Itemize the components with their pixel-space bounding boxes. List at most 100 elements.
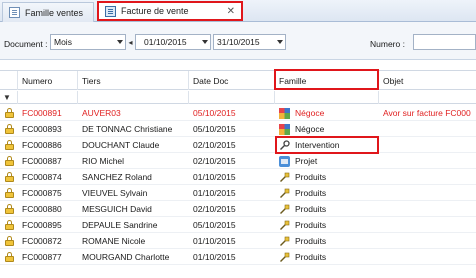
period-select[interactable]: Mois [50, 34, 126, 50]
lock-icon [5, 124, 14, 134]
table-row[interactable]: FC000893 DE TONNAC Christiane 05/10/2015 Né… [0, 121, 476, 137]
cell-famille: Produits [275, 233, 379, 249]
date-from-value: 01/10/2015 [144, 37, 187, 47]
chevron-down-icon [277, 40, 283, 44]
cell-tiers: DE TONNAC Christiane [82, 124, 173, 134]
cell-numero: FC000886 [22, 140, 62, 150]
famille-label: Intervention [295, 140, 340, 150]
cell-famille: Produits [275, 217, 379, 233]
cell-tiers: ROMANE Nicole [82, 236, 146, 246]
lock-icon [5, 236, 14, 246]
lock-icon [5, 140, 14, 150]
table-row[interactable]: FC000886 DOUCHANT Claude 02/10/2015 Interve… [0, 137, 476, 153]
numero-label: Numero : [370, 39, 405, 49]
table-row[interactable]: FC000895 DEPAULE Sandrine 05/10/2015 Produi… [0, 217, 476, 233]
famille-label: Négoce [295, 124, 325, 134]
cell-date-doc: 05/10/2015 [193, 124, 236, 134]
cell-numero: FC000875 [22, 188, 62, 198]
table-row[interactable]: FC000891 AUVER03 05/10/2015 Négoce Avor sur … [0, 105, 476, 121]
cell-numero: FC000880 [22, 204, 62, 214]
cell-objet [379, 137, 476, 153]
cell-famille: Intervention [275, 137, 379, 153]
close-icon[interactable]: ✕ [227, 6, 235, 17]
date-from-field[interactable]: 01/10/2015 [135, 34, 211, 50]
date-to-value: 31/10/2015 [217, 37, 260, 47]
famille-label: Produits [295, 220, 327, 230]
grid-filter-row: ▼ [0, 91, 476, 104]
lock-icon [5, 252, 14, 262]
tab-facture-de-vente[interactable]: Facture de vente ✕ [97, 1, 243, 21]
cell-objet [379, 153, 476, 169]
previous-period-button[interactable]: ◂ [126, 34, 135, 50]
cell-numero: FC000877 [22, 252, 62, 262]
cell-objet: Avor sur facture FC000 [383, 108, 471, 118]
filter-cell-date-doc[interactable] [189, 91, 275, 104]
produits-icon [279, 172, 290, 183]
table-row[interactable]: FC000874 SANCHEZ Roland 01/10/2015 Produits [0, 169, 476, 185]
filter-cell-objet[interactable] [379, 91, 476, 104]
period-value: Mois [54, 37, 72, 47]
tab-label: Famille ventes [25, 7, 84, 18]
produits-icon [279, 220, 290, 231]
projet-icon [279, 155, 290, 167]
grid-header: Numero Tiers Date Doc Famille Objet [0, 70, 476, 90]
filter-cell-tiers[interactable] [78, 91, 189, 104]
lock-icon [5, 156, 14, 166]
cell-objet [379, 169, 476, 185]
cell-numero: FC000895 [22, 220, 62, 230]
document-list-icon [9, 7, 20, 18]
cell-date-doc: 02/10/2015 [193, 156, 236, 166]
cell-numero: FC000887 [22, 156, 62, 166]
column-header-date-doc[interactable]: Date Doc [189, 71, 275, 90]
cell-numero: FC000891 [22, 108, 62, 118]
negoce-icon [279, 107, 290, 119]
filter-cell-famille[interactable] [275, 91, 379, 104]
cell-tiers: RIO Michel [82, 156, 125, 166]
numero-input[interactable] [413, 34, 476, 50]
produits-icon [279, 204, 290, 215]
cell-famille: Produits [275, 201, 379, 217]
cell-tiers: VIEUVEL Sylvain [82, 188, 148, 198]
produits-icon [279, 252, 290, 263]
cell-tiers: MESGUICH David [82, 204, 152, 214]
cell-famille: Produits [275, 169, 379, 185]
table-row[interactable]: FC000877 MOURGAND Charlotte 01/10/2015 Prod… [0, 249, 476, 265]
table-row[interactable]: FC000872 ROMANE Nicole 01/10/2015 Produits [0, 233, 476, 249]
cell-objet [379, 249, 476, 265]
chevron-down-icon [117, 40, 123, 44]
famille-label: Produits [295, 188, 327, 198]
cell-date-doc: 05/10/2015 [193, 220, 236, 230]
tab-famille-ventes[interactable]: Famille ventes [2, 2, 94, 22]
document-label: Document : [4, 39, 48, 49]
column-header-numero[interactable]: Numero [18, 71, 78, 90]
chevron-down-icon [202, 40, 208, 44]
table-row[interactable]: FC000875 VIEUVEL Sylvain 01/10/2015 Produit… [0, 185, 476, 201]
famille-label: Produits [295, 204, 327, 214]
cell-numero: FC000874 [22, 172, 62, 182]
cell-objet [379, 121, 476, 137]
cell-objet [379, 185, 476, 201]
table-row[interactable]: FC000887 RIO Michel 02/10/2015 Projet [0, 153, 476, 169]
cell-famille: Produits [275, 249, 379, 265]
filter-cell-numero[interactable] [18, 91, 78, 104]
cell-date-doc: 01/10/2015 [193, 172, 236, 182]
famille-label: Négoce [295, 108, 325, 118]
intervention-icon [279, 139, 290, 151]
famille-label: Produits [295, 172, 327, 182]
cell-tiers: AUVER03 [82, 108, 121, 118]
produits-icon [279, 236, 290, 247]
cell-tiers: SANCHEZ Roland [82, 172, 152, 182]
column-header-famille[interactable]: Famille [275, 71, 379, 90]
cell-date-doc: 01/10/2015 [193, 188, 236, 198]
column-header-tiers[interactable]: Tiers [78, 71, 189, 90]
cell-date-doc: 02/10/2015 [193, 140, 236, 150]
table-row[interactable]: FC000880 MESGUICH David 02/10/2015 Produits [0, 201, 476, 217]
cell-date-doc: 02/10/2015 [193, 204, 236, 214]
date-to-field[interactable]: 31/10/2015 [213, 34, 286, 50]
cell-numero: FC000893 [22, 124, 62, 134]
filter-icon[interactable]: ▼ [3, 93, 11, 102]
cell-famille: Négoce [275, 105, 379, 121]
cell-numero: FC000872 [22, 236, 62, 246]
column-header-objet[interactable]: Objet [379, 71, 476, 90]
tab-bar: Famille ventes Facture de vente ✕ [0, 0, 476, 22]
